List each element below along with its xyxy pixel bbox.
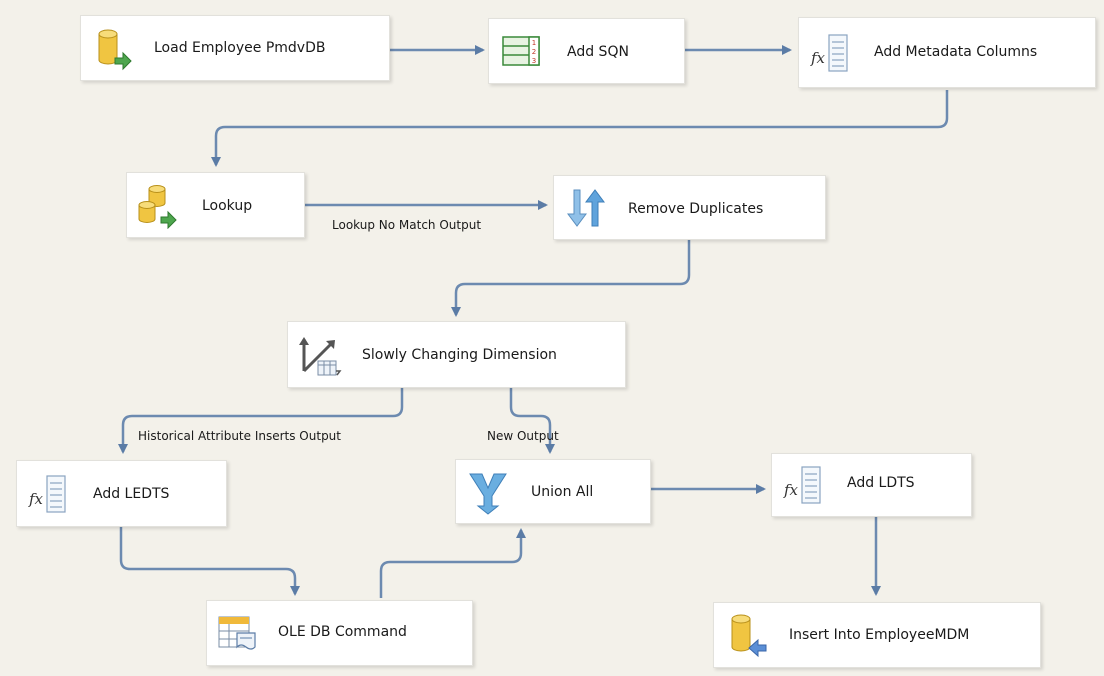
lookup-transform[interactable]: Lookup xyxy=(126,172,305,238)
union-all-icon xyxy=(469,473,507,515)
ole-db-command-label: OLE DB Command xyxy=(278,624,407,640)
svg-text:1: 1 xyxy=(532,39,536,47)
db-destination-icon xyxy=(731,614,767,658)
row-number-icon: 1 2 3 xyxy=(502,36,540,66)
remove-duplicates-label: Remove Duplicates xyxy=(628,201,764,217)
load-employee-label: Load Employee PmdvDB xyxy=(154,40,326,56)
derived-column-icon: fx xyxy=(28,474,66,513)
derived-column-icon: fx xyxy=(783,466,821,504)
lookup-icon xyxy=(138,185,177,229)
lookup-label: Lookup xyxy=(202,198,253,214)
path-remove-duplicates-to-scd[interactable] xyxy=(451,240,691,317)
union-all-transform[interactable]: Union All xyxy=(455,459,651,524)
scd-icon xyxy=(299,336,342,375)
path-metadata-to-lookup[interactable] xyxy=(211,90,949,167)
derived-column-icon: fx xyxy=(810,33,848,72)
insert-employee-destination[interactable]: Insert Into EmployeeMDM xyxy=(713,602,1041,668)
add-ledts-transform[interactable]: fx Add LEDTS xyxy=(16,460,227,527)
svg-text:fx: fx xyxy=(783,481,799,499)
add-ldts-transform[interactable]: fx Add LDTS xyxy=(771,453,972,517)
historical-inserts-path-label: Historical Attribute Inserts Output xyxy=(138,429,341,443)
add-sqn-transform[interactable]: 1 2 3 Add SQN xyxy=(488,18,685,84)
scd-label: Slowly Changing Dimension xyxy=(362,347,557,363)
ole-db-command-transform[interactable]: OLE DB Command xyxy=(206,600,473,666)
remove-duplicates-transform[interactable]: Remove Duplicates xyxy=(553,175,826,240)
add-sqn-label: Add SQN xyxy=(567,44,629,60)
svg-text:fx: fx xyxy=(28,490,44,508)
add-metadata-columns-transform[interactable]: fx Add Metadata Columns xyxy=(798,17,1096,88)
insert-employee-label: Insert Into EmployeeMDM xyxy=(789,627,970,643)
svg-text:2: 2 xyxy=(532,48,536,56)
load-employee-source[interactable]: Load Employee PmdvDB xyxy=(80,15,390,81)
add-ledts-label: Add LEDTS xyxy=(93,486,170,502)
slowly-changing-dimension-transform[interactable]: Slowly Changing Dimension xyxy=(287,321,626,388)
path-add-ledts-to-ole-db-command[interactable] xyxy=(119,527,300,596)
svg-text:fx: fx xyxy=(810,49,826,67)
add-metadata-label: Add Metadata Columns xyxy=(874,44,1038,60)
ole-db-command-icon xyxy=(218,616,256,650)
sort-icon xyxy=(567,188,605,227)
db-source-icon xyxy=(98,29,132,71)
path-ole-db-command-to-union-all[interactable] xyxy=(379,528,526,598)
data-flow-canvas[interactable]: Load Employee PmdvDB 1 2 3 Add SQN fx Ad… xyxy=(0,0,1104,676)
union-all-label: Union All xyxy=(531,484,594,500)
new-output-path-label: New Output xyxy=(487,429,559,443)
svg-text:3: 3 xyxy=(532,57,536,65)
lookup-no-match-path-label: Lookup No Match Output xyxy=(332,218,482,232)
add-ldts-label: Add LDTS xyxy=(847,475,915,491)
